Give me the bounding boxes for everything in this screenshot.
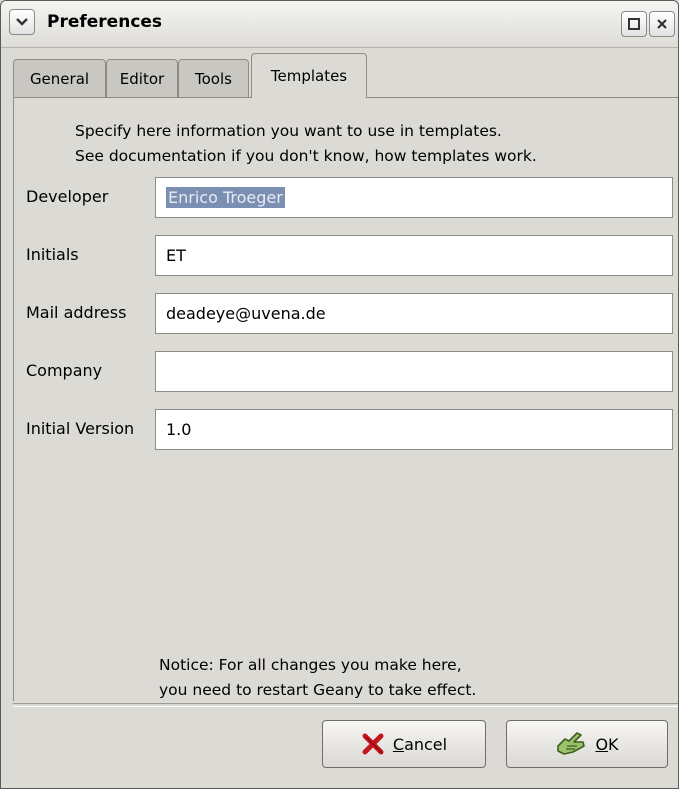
mail-address-field[interactable]: deadeye@uvena.de — [155, 293, 673, 334]
cancel-mnemonic: C — [392, 734, 405, 754]
window-menu-button[interactable] — [9, 9, 35, 35]
notice-line-1: Notice: For all changes you make here, — [159, 656, 462, 674]
templates-intro: Specify here information you want to use… — [75, 119, 665, 169]
close-button[interactable] — [649, 11, 675, 37]
tab-general-label: General — [29, 69, 90, 88]
cancel-label-rest: ancel — [404, 734, 448, 754]
maximize-icon — [628, 18, 640, 30]
initials-label: Initials — [26, 245, 79, 264]
company-field[interactable] — [155, 351, 673, 392]
close-icon — [657, 19, 667, 29]
notice-line-2: you need to restart Geany to take effect… — [159, 681, 477, 699]
tab-templates[interactable]: Templates — [251, 53, 367, 98]
cancel-label: Cancel — [393, 735, 447, 754]
ok-mnemonic: O — [595, 734, 609, 754]
developer-field[interactable]: Enrico Troeger — [155, 177, 673, 218]
developer-label: Developer — [26, 187, 109, 206]
intro-line-1: Specify here information you want to use… — [75, 122, 502, 140]
initial-version-field[interactable]: 1.0 — [155, 409, 673, 450]
mail-address-label: Mail address — [26, 303, 127, 322]
initial-version-value: 1.0 — [166, 420, 192, 439]
title-bar[interactable]: Preferences — [1, 1, 678, 48]
developer-value: Enrico Troeger — [166, 187, 285, 208]
tab-editor[interactable]: Editor — [106, 59, 178, 97]
cancel-button[interactable]: Cancel — [322, 720, 486, 768]
ok-label-rest: K — [608, 734, 619, 754]
maximize-button[interactable] — [621, 11, 647, 37]
intro-line-2: See documentation if you don't know, how… — [75, 147, 537, 165]
tab-templates-label: Templates — [270, 67, 348, 85]
window-title: Preferences — [47, 12, 163, 32]
tab-general[interactable]: General — [13, 59, 106, 97]
initials-value: ET — [166, 246, 186, 265]
ok-button[interactable]: OK — [506, 720, 668, 768]
chevron-down-icon — [16, 18, 28, 26]
ok-hand-icon — [557, 732, 586, 755]
tab-editor-label: Editor — [119, 69, 165, 88]
restart-notice: Notice: For all changes you make here, y… — [159, 653, 476, 703]
mail-address-value: deadeye@uvena.de — [166, 304, 326, 323]
company-label: Company — [26, 361, 103, 380]
initial-version-label: Initial Version — [26, 419, 135, 438]
button-separator — [13, 703, 678, 707]
tab-tools[interactable]: Tools — [178, 59, 249, 97]
initials-field[interactable]: ET — [155, 235, 673, 276]
tab-tools-label: Tools — [195, 69, 232, 88]
preferences-window: Preferences General Editor Tools Templat… — [0, 0, 679, 789]
ok-label: OK — [595, 735, 618, 754]
cancel-x-icon — [362, 733, 384, 755]
